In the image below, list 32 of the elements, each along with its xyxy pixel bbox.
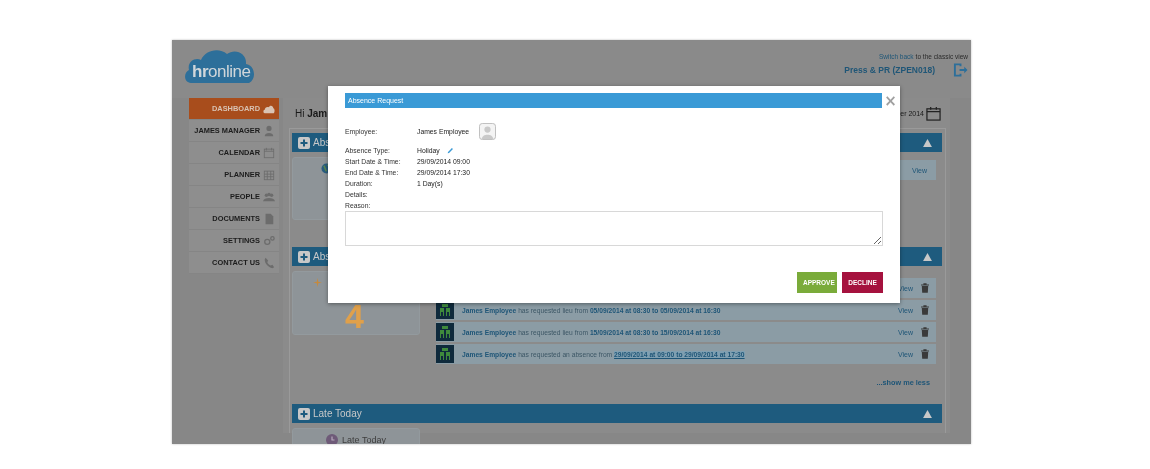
logo-text: hronline [192, 63, 251, 80]
grid-icon [263, 168, 275, 181]
people-icon [436, 323, 454, 341]
people-icon [436, 345, 454, 363]
people-icon [263, 190, 275, 203]
gears-icon [263, 234, 275, 247]
avatar-icon [479, 122, 497, 140]
section-title: Late Today [313, 408, 363, 419]
calendar-icon [263, 146, 275, 159]
calendar-icon[interactable] [926, 105, 941, 121]
greeting-text: Hi Jam [295, 107, 328, 119]
reason-field[interactable] [345, 211, 883, 246]
clock-icon [326, 434, 339, 444]
account-name[interactable]: Press & PR (ZPEN018) [844, 65, 935, 75]
plus-icon[interactable] [298, 250, 310, 263]
collapse-arrow-icon[interactable] [923, 252, 932, 261]
person-icon [263, 124, 275, 137]
absence-count: 4 [345, 299, 364, 333]
trash-icon[interactable] [921, 327, 929, 337]
plus-icon[interactable] [298, 136, 310, 149]
trash-icon[interactable] [921, 305, 929, 315]
trash-icon[interactable] [921, 283, 929, 293]
collapse-arrow-icon[interactable] [923, 138, 932, 147]
collapse-arrow-icon[interactable] [923, 409, 932, 418]
section-header[interactable]: Late Today [292, 404, 942, 423]
phone-icon [263, 256, 275, 269]
card-label: Late Today [342, 435, 386, 444]
plus-icon[interactable] [298, 407, 310, 420]
document-icon [263, 212, 275, 225]
close-button[interactable]: × [884, 94, 897, 107]
pencil-icon[interactable] [446, 147, 454, 154]
trash-icon[interactable] [921, 349, 929, 359]
